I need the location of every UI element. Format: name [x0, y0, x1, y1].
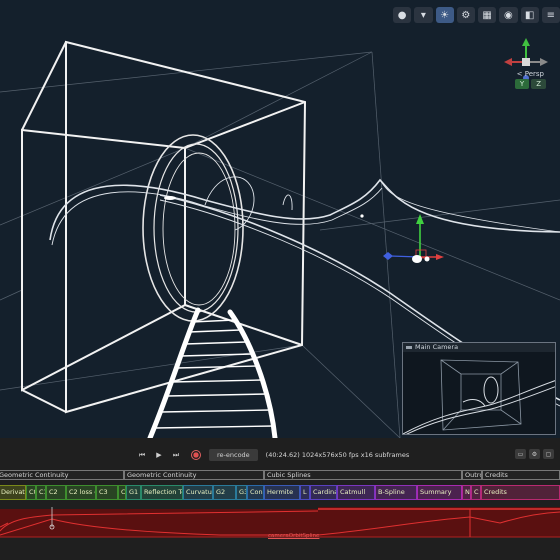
clip-segment[interactable]: Summary — [417, 485, 462, 500]
camera-icon — [406, 346, 412, 349]
curve-name-label[interactable]: cameraOrbitSpline — [268, 533, 319, 539]
chapter-segment[interactable]: Cubic Splines — [264, 470, 462, 480]
clip-segment[interactable]: Cardinal — [310, 485, 337, 500]
camera-preview: Main Camera — [402, 342, 556, 435]
timeline-tools: ▭ ⚙ ▢ — [515, 449, 554, 459]
sphere-icon[interactable]: ● — [393, 7, 412, 23]
camera-preview-title: Main Camera — [403, 343, 555, 352]
gizmo-toggle-icon[interactable]: ⚙ — [456, 7, 475, 23]
scene-viewport[interactable]: ● ▾ ☀ ⚙ ▦ ◉ ◧ ≡ < Persp Y Z Main Camera — [0, 0, 560, 438]
clip-segment[interactable]: C2 — [46, 485, 66, 500]
chapter-segment[interactable]: Credits — [482, 470, 560, 480]
skip-start-icon[interactable]: ⏮ — [135, 449, 149, 461]
axis-y-button[interactable]: Y — [514, 79, 530, 89]
menu-icon[interactable]: ≡ — [541, 7, 560, 23]
chapter-segment[interactable]: Geometric Continuity — [0, 470, 124, 480]
render-status: (40:24.62) 1024x576x50 fps x16 subframes — [265, 451, 410, 459]
settings-icon[interactable]: ⚙ — [529, 449, 540, 459]
clip-segment[interactable]: C3 — [96, 485, 118, 500]
chapter-segment[interactable]: Geometric Continuity — [124, 470, 264, 480]
clip-segment[interactable]: Con — [247, 485, 264, 500]
record-icon[interactable] — [191, 450, 201, 460]
clip-segment[interactable]: C1 — [36, 485, 46, 500]
chapter-track: Geometric Continuity Geometric Continuit… — [0, 470, 560, 481]
clip-segment[interactable]: Catmull — [337, 485, 375, 500]
skip-end-icon[interactable]: ⏭ — [169, 449, 183, 461]
clip-segment[interactable]: C — [471, 485, 481, 500]
play-icon[interactable]: ▶ — [152, 449, 166, 461]
axis-toggle-group: Y Z — [514, 79, 546, 89]
overlay-icon[interactable]: ◧ — [520, 7, 539, 23]
transform-gizmo[interactable] — [383, 214, 444, 263]
clip-segment[interactable]: B-Spline — [375, 485, 417, 500]
filmstrip-icon[interactable]: ▭ — [515, 449, 526, 459]
clip-segment[interactable]: G2 — [213, 485, 236, 500]
clip-track: DerivativeC0C1C2C2 loss ofC3CG1Reflectio… — [0, 485, 560, 501]
camera-preview-render — [403, 359, 555, 434]
reencode-button[interactable]: re-encode — [209, 449, 258, 461]
timeline-panel: ⏮ ▶ ⏭ re-encode (40:24.62) 1024x576x50 f… — [0, 438, 560, 560]
clip-segment[interactable]: C — [118, 485, 126, 500]
clip-segment[interactable]: Credits — [481, 485, 560, 500]
axis-z-button[interactable]: Z — [531, 79, 546, 89]
clip-segment[interactable]: C2 loss of — [66, 485, 96, 500]
clip-segment[interactable]: G1 — [126, 485, 141, 500]
clip-segment[interactable]: N — [462, 485, 471, 500]
timeline-toolbar: ⏮ ▶ ⏭ re-encode (40:24.62) 1024x576x50 f… — [0, 446, 560, 464]
clip-segment[interactable]: C0 — [26, 485, 36, 500]
clip-segment[interactable]: Hermite — [264, 485, 300, 500]
light-bulb-icon[interactable]: ☀ — [435, 7, 454, 23]
camera-marker-icon[interactable] — [164, 196, 176, 200]
shading-dropdown-icon[interactable]: ▾ — [414, 7, 433, 23]
clip-segment[interactable]: G3 — [236, 485, 247, 500]
clip-segment[interactable]: Reflection Test — [141, 485, 183, 500]
viewport-toolbar: ● ▾ ☀ ⚙ ▦ ◉ ◧ ≡ — [385, 0, 560, 30]
camera-icon[interactable]: ◉ — [499, 7, 518, 23]
expand-icon[interactable]: ▢ — [543, 449, 554, 459]
grid-icon[interactable]: ▦ — [478, 7, 497, 23]
clip-segment[interactable]: Curvature — [183, 485, 213, 500]
clip-segment[interactable]: Derivative — [0, 485, 26, 500]
chapter-segment[interactable]: Outro — [462, 470, 482, 480]
clip-segment[interactable]: L — [300, 485, 310, 500]
perspective-label[interactable]: < Persp — [517, 70, 544, 78]
